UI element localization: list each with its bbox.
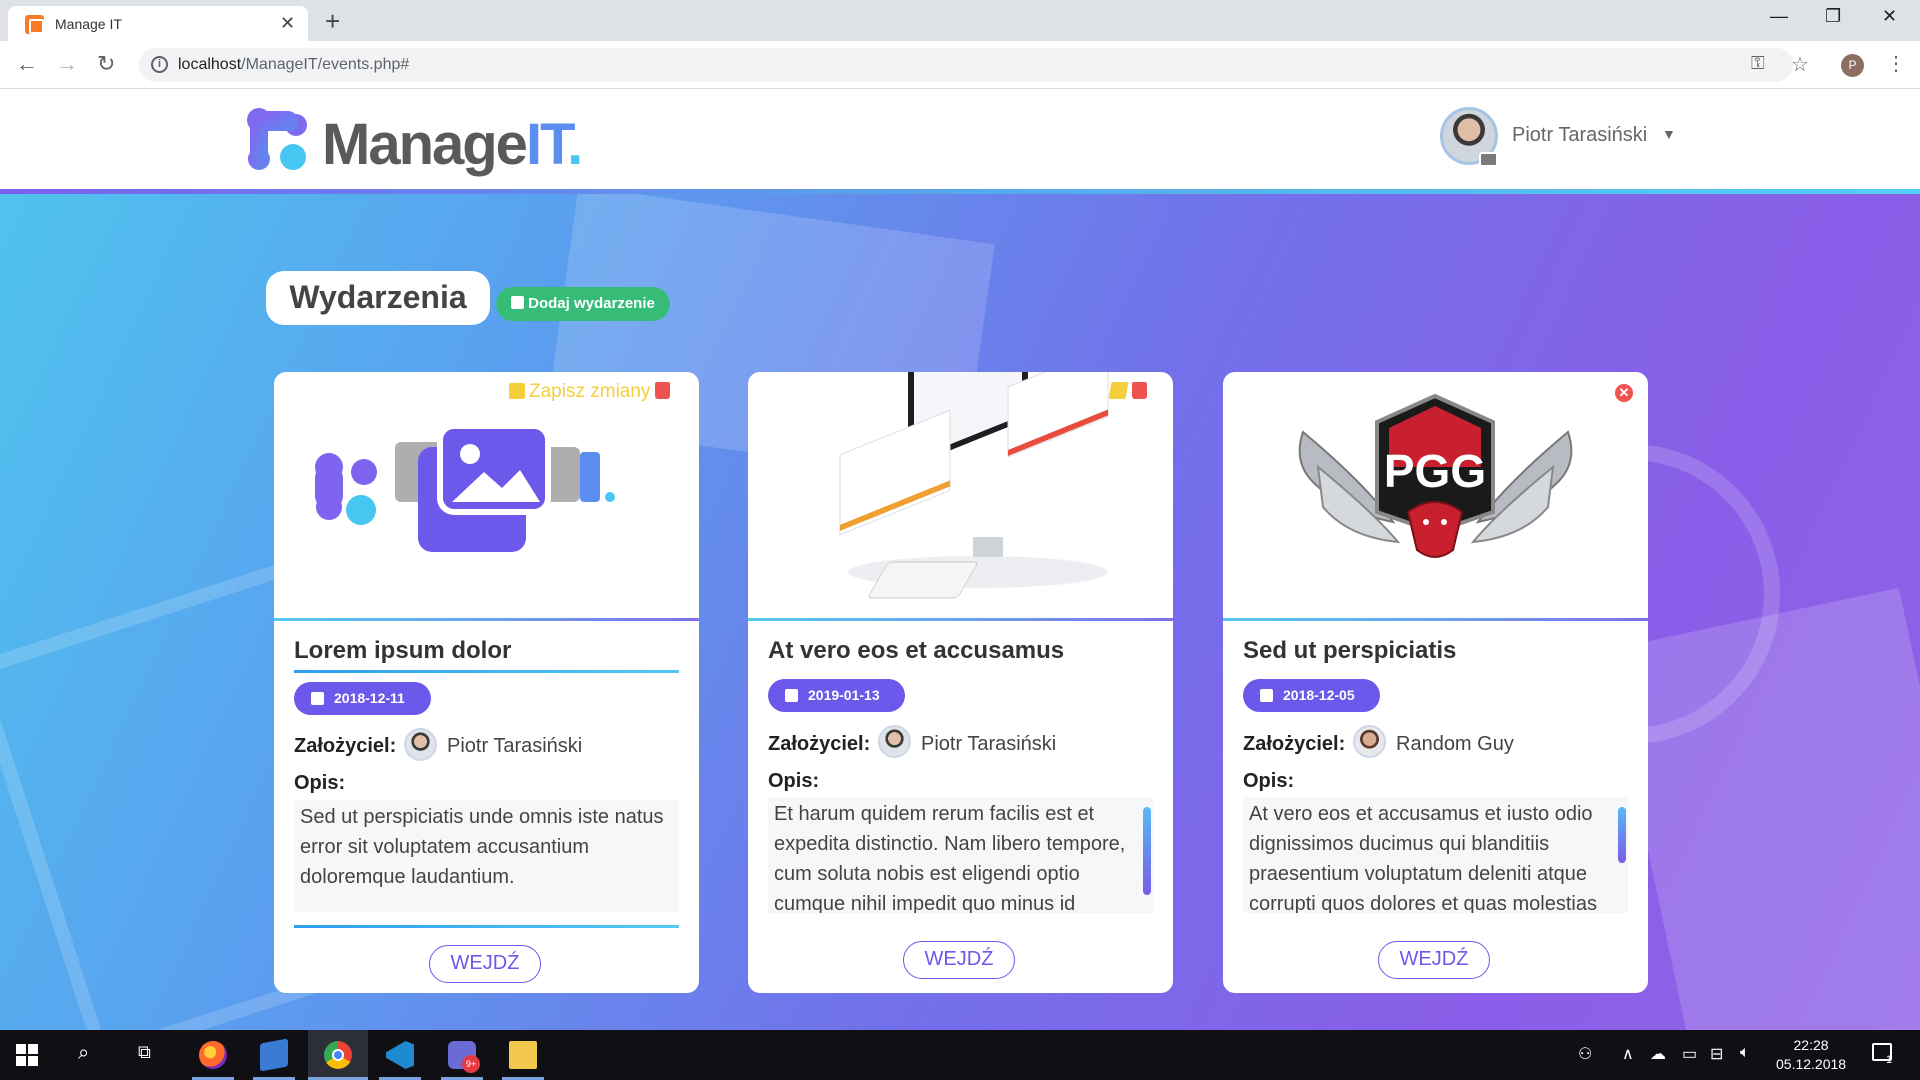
window-close-icon[interactable]: ✕ (1882, 6, 1897, 27)
page-title: Wydarzenia (266, 271, 490, 325)
windows-start-icon[interactable] (16, 1044, 38, 1066)
onedrive-cloud-icon[interactable]: ☁ (1650, 1044, 1666, 1064)
tab-title: Manage IT (55, 16, 122, 32)
event-title: At vero eos et accusamus (768, 637, 1065, 664)
site-info-icon[interactable]: i (151, 56, 168, 73)
calendar-icon (311, 692, 324, 705)
discord-icon[interactable]: 9+ (448, 1041, 480, 1073)
event-description-input[interactable]: Sed ut perspiciatis unde omnis iste natu… (294, 800, 679, 912)
chevron-up-icon[interactable]: ∧ (1622, 1044, 1634, 1064)
founder-label: Założyciel: (768, 733, 871, 755)
vscode-icon[interactable] (386, 1041, 414, 1069)
restore-icon[interactable]: ❐ (1825, 6, 1841, 27)
remote-desktop-icon[interactable] (260, 1038, 288, 1072)
key-icon[interactable]: ⚿ (1751, 53, 1765, 74)
manageit-logo-icon[interactable] (246, 107, 312, 173)
network-icon[interactable]: ⊟ (1710, 1044, 1723, 1064)
enter-event-button[interactable]: WEJDŹ (903, 941, 1015, 979)
event-description: Et harum quidem rerum facilis est et exp… (768, 797, 1153, 913)
add-event-button[interactable]: Dodaj wydarzenie (496, 287, 670, 321)
browser-menu-icon[interactable]: ⋮ (1886, 51, 1906, 76)
founder-avatar (404, 728, 437, 761)
event-card: Zapisz zmiany Lorem ipsum dolor 2018-12-… (274, 372, 699, 993)
firefox-icon[interactable] (199, 1041, 227, 1069)
battery-icon[interactable]: ▭ (1682, 1044, 1697, 1064)
chevron-down-icon[interactable]: ▼ (1662, 126, 1676, 142)
calendar-plus-icon (511, 296, 525, 309)
event-title: Sed ut perspiciatis (1243, 637, 1457, 664)
chrome-icon[interactable] (324, 1041, 352, 1069)
event-image (839, 372, 1109, 599)
forward-icon[interactable]: → (56, 51, 78, 77)
description-label: Opis: (1243, 770, 1295, 792)
event-image: PGG (1298, 393, 1573, 558)
minimize-icon[interactable]: — (1770, 6, 1788, 27)
taskbar-clock[interactable]: 22:28 05.12.2018 (1776, 1036, 1846, 1074)
windows-taskbar: ⌕ ⧉ 9+ ⚇ ∧ ☁ ▭ ⊟ 🔈︎ 22:28 05.12.2018 1 (0, 1030, 1920, 1080)
search-icon[interactable]: ⌕ (78, 1042, 89, 1065)
address-bar[interactable]: i localhost/ManageIT/events.php# ⚿ ☆ (139, 48, 1809, 82)
description-scrollbar[interactable] (1618, 807, 1626, 863)
back-icon[interactable]: ← (16, 51, 38, 77)
browser-toolbar: ← → ↻ i localhost/ManageIT/events.php# ⚿… (0, 41, 1920, 89)
event-date-badge: 2018-12-05 (1243, 679, 1380, 712)
description-label: Opis: (294, 772, 346, 794)
team-logo-text: PGG (1384, 445, 1486, 497)
enter-event-button[interactable]: WEJDŹ (1378, 941, 1490, 979)
user-name[interactable]: Piotr Tarasiński (1512, 124, 1647, 147)
calendar-icon (1260, 689, 1273, 702)
file-explorer-icon[interactable] (509, 1041, 537, 1069)
event-date-input[interactable]: 2018-12-11 (294, 682, 431, 715)
founder-label: Założyciel: (1243, 733, 1346, 755)
card-divider (1223, 618, 1648, 621)
people-icon[interactable]: ⚇ (1578, 1044, 1592, 1064)
envelope-icon (1479, 152, 1498, 167)
title-input-underline (294, 670, 679, 673)
calendar-icon (785, 689, 798, 702)
xampp-favicon-icon (25, 15, 44, 34)
tab-close-icon[interactable]: ✕ (280, 13, 295, 34)
founder-name: Piotr Tarasiński (921, 733, 1057, 755)
bookmark-star-icon[interactable]: ☆ (1791, 52, 1809, 77)
url-text[interactable]: localhost/ManageIT/events.php# (178, 56, 409, 74)
event-card: At vero eos et accusamus 2019-01-13 Zało… (748, 372, 1173, 993)
reload-icon[interactable]: ↻ (97, 51, 115, 77)
card-divider (274, 618, 699, 621)
notification-count: 1 (1886, 1054, 1893, 1066)
volume-icon[interactable]: 🔈︎ (1740, 1044, 1750, 1062)
task-view-icon[interactable]: ⧉ (138, 1042, 151, 1063)
description-input-underline (294, 925, 679, 928)
event-title-input[interactable]: Lorem ipsum dolor (294, 637, 511, 665)
browser-tabbar: Manage IT ✕ + — ❐ ✕ (0, 0, 1920, 41)
newspaper-background-decoration (1605, 587, 1920, 1030)
founder-label: Założyciel: (294, 735, 397, 757)
new-tab-icon[interactable]: + (325, 6, 340, 37)
founder-avatar (878, 725, 911, 758)
event-date-badge: 2019-01-13 (768, 679, 905, 712)
site-header: ManageIT. Piotr Tarasiński ▼ (0, 89, 1920, 192)
profile-avatar[interactable]: P (1841, 54, 1864, 77)
event-description: At vero eos et accusamus et iusto odio d… (1243, 797, 1628, 913)
card-divider (748, 618, 1173, 621)
event-card: ✕ PGG Sed ut perspiciatis 2018-12-05 Zał… (1223, 372, 1648, 993)
description-label: Opis: (768, 770, 820, 792)
enter-event-button[interactable]: WEJDŹ (429, 945, 541, 983)
browser-tab[interactable]: Manage IT ✕ (8, 6, 308, 41)
description-scrollbar[interactable] (1143, 807, 1151, 895)
founder-avatar (1353, 725, 1386, 758)
event-image-upload[interactable] (274, 372, 699, 618)
founder-name: Piotr Tarasiński (447, 735, 583, 757)
manageit-logo-text[interactable]: ManageIT. (322, 111, 583, 178)
founder-name: Random Guy (1396, 733, 1514, 755)
